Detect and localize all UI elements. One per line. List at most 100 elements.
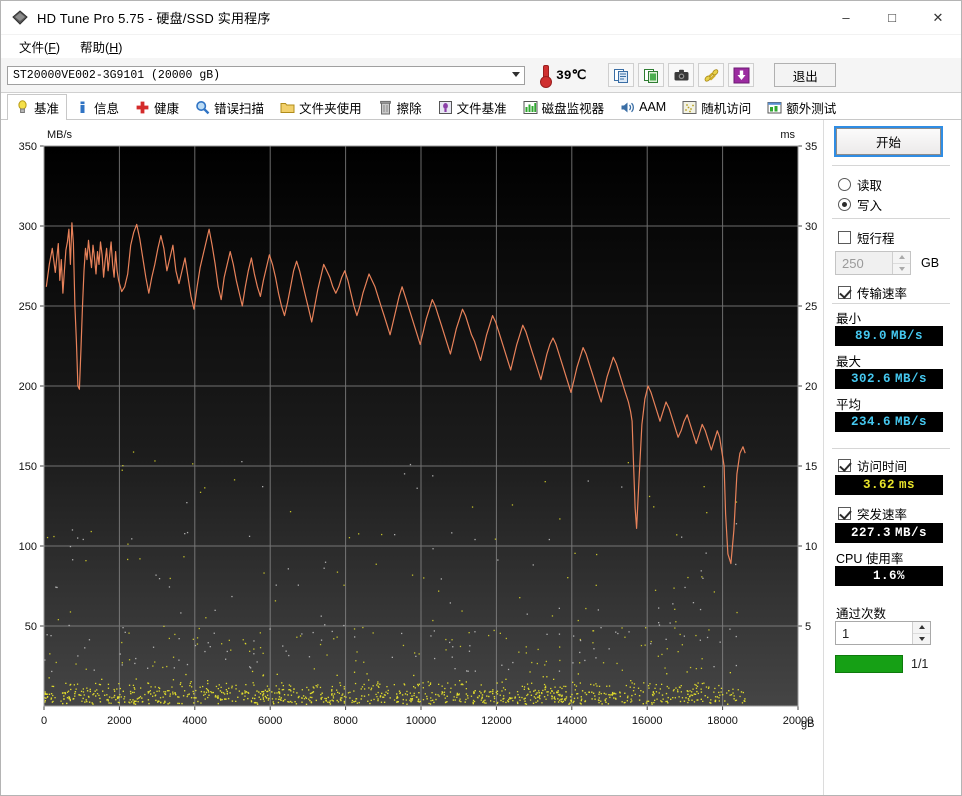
- checkbox-short-stroke-control[interactable]: [838, 231, 851, 244]
- svg-text:4000: 4000: [183, 715, 207, 727]
- maximize-button[interactable]: □: [869, 1, 915, 34]
- tab-benchmark[interactable]: 基准: [7, 94, 67, 120]
- app-icon: [11, 9, 29, 27]
- screenshot-camera-icon[interactable]: [668, 63, 694, 87]
- menu-bar: 文件(F) 帮助(H): [1, 35, 961, 58]
- checkbox-short-stroke-label: 短行程: [857, 228, 895, 247]
- export-excel-icon[interactable]: [638, 63, 664, 87]
- short-stroke-increment[interactable]: [893, 252, 910, 264]
- average-unit: MB/s: [895, 415, 927, 429]
- bulb-icon: [15, 100, 30, 115]
- control-panel: 开始 读取 写入 短行程 250 GB: [823, 120, 961, 795]
- tab-extra-tests-label: 额外测试: [786, 98, 836, 117]
- average-label: 平均: [836, 394, 861, 413]
- tab-disk-monitor[interactable]: 磁盘监视器: [515, 94, 613, 119]
- passes-decrement[interactable]: [913, 634, 930, 645]
- minimize-button[interactable]: –: [823, 1, 869, 34]
- title-bar: HD Tune Pro 5.75 - 硬盘/SSD 实用程序 – □ ✕: [1, 1, 961, 35]
- tab-random-access[interactable]: 随机访问: [674, 94, 759, 119]
- checkbox-burst-rate[interactable]: 突发速率: [838, 504, 907, 523]
- checkbox-transfer-rate-label: 传输速率: [857, 283, 907, 302]
- maximum-value-display: 302.6 MB/s: [835, 369, 943, 389]
- radio-write-control[interactable]: [838, 198, 851, 211]
- tab-erase[interactable]: 擦除: [370, 94, 430, 119]
- folder-icon: [280, 100, 295, 115]
- svg-text:350: 350: [19, 141, 37, 153]
- monitor-chart-icon: [523, 100, 538, 115]
- download-arrow-icon[interactable]: [728, 63, 754, 87]
- tab-file-benchmark[interactable]: 文件基准: [430, 94, 515, 119]
- drive-select[interactable]: ST20000VE002-3G9101 (20000 gB): [7, 66, 525, 85]
- passes-spinner-buttons[interactable]: [912, 622, 930, 644]
- drive-select-value: ST20000VE002-3G9101 (20000 gB): [13, 69, 220, 82]
- cpu-usage-value-display: 1.6%: [835, 566, 943, 586]
- checkbox-transfer-rate-control[interactable]: [838, 286, 851, 299]
- tab-extra-tests[interactable]: 额外测试: [759, 94, 844, 119]
- info-icon: [75, 100, 90, 115]
- checkbox-access-time-label: 访问时间: [857, 456, 907, 475]
- menu-help[interactable]: 帮助(H): [70, 35, 132, 58]
- tab-health-label: 健康: [154, 98, 179, 117]
- checkbox-transfer-rate[interactable]: 传输速率: [838, 283, 907, 302]
- tab-file-benchmark-label: 文件基准: [457, 98, 507, 117]
- divider-2: [832, 218, 950, 219]
- tab-health[interactable]: 健康: [127, 94, 187, 119]
- radio-read[interactable]: 读取: [838, 175, 882, 194]
- svg-text:16000: 16000: [632, 715, 663, 727]
- cross-icon: [135, 100, 150, 115]
- svg-text:0: 0: [41, 715, 47, 727]
- close-button[interactable]: ✕: [915, 1, 961, 34]
- link-chain-icon[interactable]: [698, 63, 724, 87]
- maximum-unit: MB/s: [895, 372, 927, 386]
- svg-text:15: 15: [805, 461, 817, 473]
- burst-rate-unit: MB/s: [895, 526, 927, 540]
- tab-error-scan-label: 错误扫描: [214, 98, 264, 117]
- short-stroke-decrement[interactable]: [893, 264, 910, 275]
- svg-text:18000: 18000: [707, 715, 738, 727]
- tab-info-label: 信息: [94, 98, 119, 117]
- checkbox-short-stroke[interactable]: 短行程: [838, 228, 895, 247]
- burst-rate-value-display: 227.3 MB/s: [835, 523, 943, 543]
- trash-icon: [378, 100, 393, 115]
- copy-clipboard-icon[interactable]: [608, 63, 634, 87]
- tab-folder-usage[interactable]: 文件夹使用: [272, 94, 370, 119]
- svg-text:10000: 10000: [406, 715, 437, 727]
- thermometer-icon: [537, 64, 553, 86]
- chevron-down-icon: [512, 72, 520, 77]
- radio-write[interactable]: 写入: [838, 195, 882, 214]
- tab-benchmark-label: 基准: [34, 98, 59, 117]
- tab-info[interactable]: 信息: [67, 94, 127, 119]
- checkbox-burst-rate-label: 突发速率: [857, 504, 907, 523]
- checkbox-access-time[interactable]: 访问时间: [838, 456, 907, 475]
- file-bench-icon: [438, 100, 453, 115]
- svg-text:50: 50: [25, 621, 37, 633]
- svg-text:8000: 8000: [333, 715, 357, 727]
- exit-button[interactable]: 退出: [774, 63, 836, 87]
- checkbox-burst-rate-control[interactable]: [838, 507, 851, 520]
- tab-aam[interactable]: AAM: [612, 94, 674, 119]
- short-stroke-unit: GB: [921, 256, 939, 270]
- radio-read-control[interactable]: [838, 178, 851, 191]
- access-time-value-display: 3.62 ms: [835, 475, 943, 495]
- tab-erase-label: 擦除: [397, 98, 422, 117]
- tab-error-scan[interactable]: 错误扫描: [187, 94, 272, 119]
- average-value: 234.6: [851, 415, 891, 429]
- start-button[interactable]: 开始: [836, 128, 941, 155]
- benchmark-chart: 0200040006000800010000120001400016000180…: [1, 120, 823, 795]
- checkbox-access-time-control[interactable]: [838, 459, 851, 472]
- magnifier-icon: [195, 100, 210, 115]
- short-stroke-stepper[interactable]: 250: [835, 251, 911, 275]
- short-stroke-spinner-buttons[interactable]: [892, 252, 910, 274]
- svg-text:2000: 2000: [107, 715, 131, 727]
- svg-text:10: 10: [805, 541, 817, 553]
- minimum-value: 89.0: [855, 329, 887, 343]
- minimum-value-display: 89.0 MB/s: [835, 326, 943, 346]
- svg-text:ms: ms: [780, 129, 795, 141]
- menu-file-label: 文件: [19, 41, 44, 55]
- short-stroke-value: 250: [836, 252, 892, 274]
- passes-increment[interactable]: [913, 622, 930, 634]
- access-time-unit: ms: [899, 478, 915, 492]
- menu-file[interactable]: 文件(F): [9, 35, 70, 58]
- svg-text:14000: 14000: [557, 715, 588, 727]
- passes-stepper[interactable]: 1: [835, 621, 931, 645]
